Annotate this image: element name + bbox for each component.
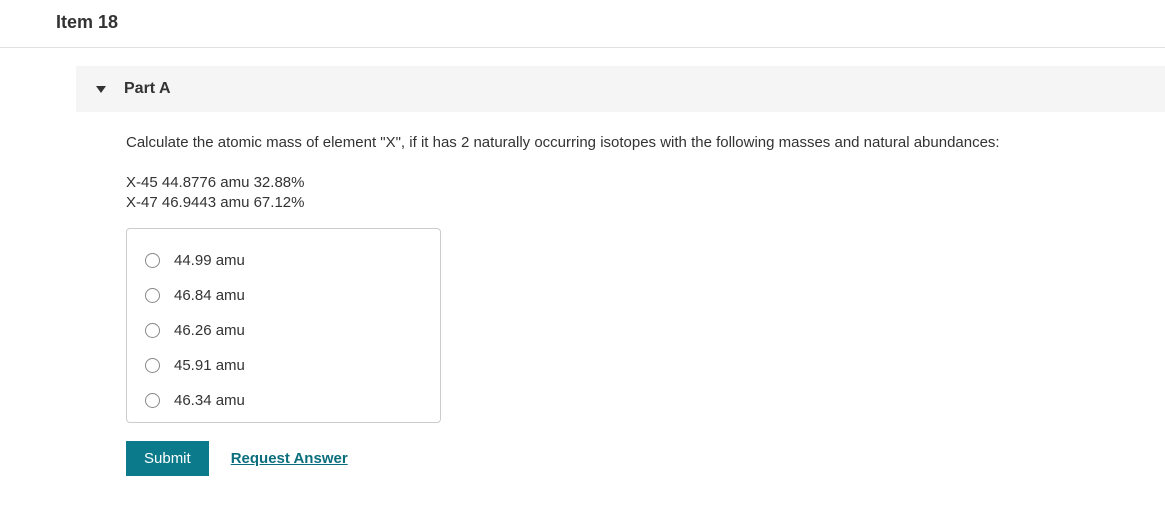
part-title: Part A (124, 80, 171, 98)
item-title: Item 18 (56, 12, 1165, 33)
part-content: Calculate the atomic mass of element "X"… (126, 112, 1165, 476)
radio-icon (145, 358, 160, 373)
isotope-line-2: X-47 46.9443 amu 67.12% (126, 193, 1165, 213)
option-row[interactable]: 46.84 amu (145, 278, 422, 313)
option-label: 46.84 amu (174, 287, 245, 304)
actions-row: Submit Request Answer (126, 441, 1165, 476)
submit-button[interactable]: Submit (126, 441, 209, 476)
isotope-line-1: X-45 44.8776 amu 32.88% (126, 173, 1165, 193)
option-label: 46.34 amu (174, 392, 245, 409)
request-answer-link[interactable]: Request Answer (231, 450, 348, 467)
option-row[interactable]: 46.26 amu (145, 313, 422, 348)
option-row[interactable]: 45.91 amu (145, 348, 422, 383)
option-row[interactable]: 46.34 amu (145, 383, 422, 418)
option-label: 45.91 amu (174, 357, 245, 374)
radio-icon (145, 253, 160, 268)
radio-icon (145, 323, 160, 338)
part-header[interactable]: Part A (76, 66, 1165, 112)
isotope-data: X-45 44.8776 amu 32.88% X-47 46.9443 amu… (126, 173, 1165, 214)
question-prompt: Calculate the atomic mass of element "X"… (126, 134, 1165, 151)
radio-icon (145, 288, 160, 303)
option-label: 46.26 amu (174, 322, 245, 339)
option-row[interactable]: 44.99 amu (145, 243, 422, 278)
item-header: Item 18 (0, 0, 1165, 48)
option-label: 44.99 amu (174, 252, 245, 269)
options-box: 44.99 amu 46.84 amu 46.26 amu 45.91 amu … (126, 228, 441, 423)
radio-icon (145, 393, 160, 408)
caret-down-icon (96, 86, 106, 93)
